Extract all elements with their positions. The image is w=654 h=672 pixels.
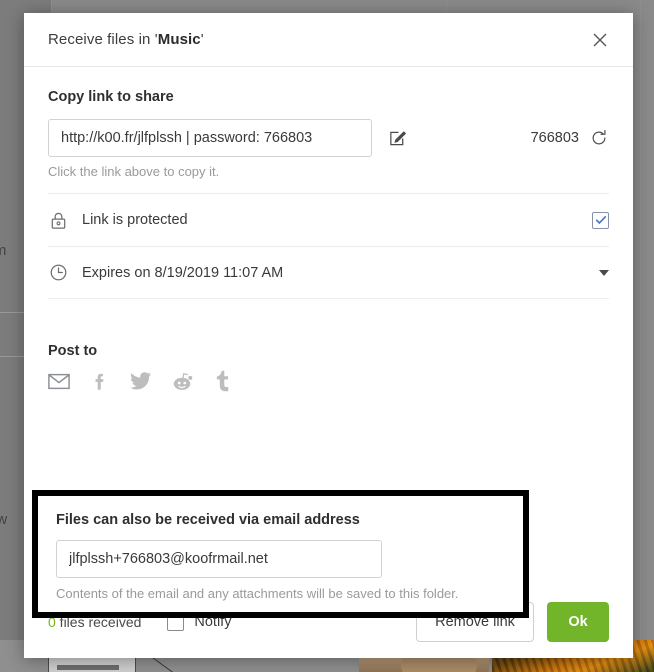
social-icons-row — [48, 370, 609, 392]
post-to-label: Post to — [48, 343, 98, 359]
email-address-input[interactable] — [56, 540, 382, 578]
option-label-link-protected: Link is protected — [82, 212, 188, 228]
dialog-title-prefix: Receive files in ' — [48, 31, 158, 48]
background-divider — [640, 0, 641, 672]
clock-icon — [48, 262, 82, 283]
email-address-hint: Contents of the email and any attachment… — [56, 586, 459, 601]
dialog-header: Receive files in 'Music' — [24, 13, 633, 67]
link-protected-checkbox[interactable] — [592, 211, 609, 229]
dialog-title: Receive files in 'Music' — [48, 31, 204, 48]
email-icon[interactable] — [48, 370, 70, 392]
option-row-expires[interactable]: Expires on 8/19/2019 11:07 AM — [48, 246, 609, 299]
copy-link-hint: Click the link above to copy it. — [48, 164, 220, 179]
email-address-highlight-block: Files can also be received via email add… — [32, 490, 529, 618]
refresh-icon[interactable] — [589, 128, 609, 148]
background-text-fragment: ew — [0, 511, 8, 528]
page-root: cum ew Receive files in 'Music' — [0, 0, 654, 672]
password-value: 766803 — [530, 130, 579, 146]
email-address-label: Files can also be received via email add… — [56, 512, 360, 528]
edit-pencil-icon[interactable] — [378, 119, 416, 157]
close-icon[interactable] — [587, 27, 613, 53]
option-control-link-protected — [592, 211, 609, 229]
dialog-title-suffix: ' — [200, 31, 204, 48]
dialog-title-folder: Music — [157, 31, 201, 48]
ok-button[interactable]: Ok — [547, 602, 609, 642]
chevron-down-icon[interactable] — [599, 269, 609, 276]
share-link-input[interactable] — [48, 119, 372, 157]
twitter-icon[interactable] — [130, 370, 152, 392]
lock-icon — [48, 210, 82, 231]
copy-link-label: Copy link to share — [48, 89, 174, 105]
option-label-expires: Expires on 8/19/2019 11:07 AM — [82, 264, 284, 281]
post-to-section: Post to — [48, 343, 609, 392]
link-options-list: Link is protected Expires on 8/19/2019 1… — [48, 193, 609, 299]
option-control-expires — [599, 269, 609, 276]
option-row-link-protected[interactable]: Link is protected — [48, 193, 609, 246]
dialog-body: Copy link to share 766803 — [24, 67, 633, 618]
password-display: 766803 — [531, 128, 609, 148]
receive-files-dialog: Receive files in 'Music' Copy link to sh… — [24, 13, 633, 658]
facebook-icon[interactable] — [89, 370, 111, 392]
share-link-row: 766803 — [48, 119, 609, 157]
reddit-icon[interactable] — [171, 370, 193, 392]
background-text-fragment: cum — [0, 242, 7, 259]
tumblr-icon[interactable] — [212, 370, 234, 392]
